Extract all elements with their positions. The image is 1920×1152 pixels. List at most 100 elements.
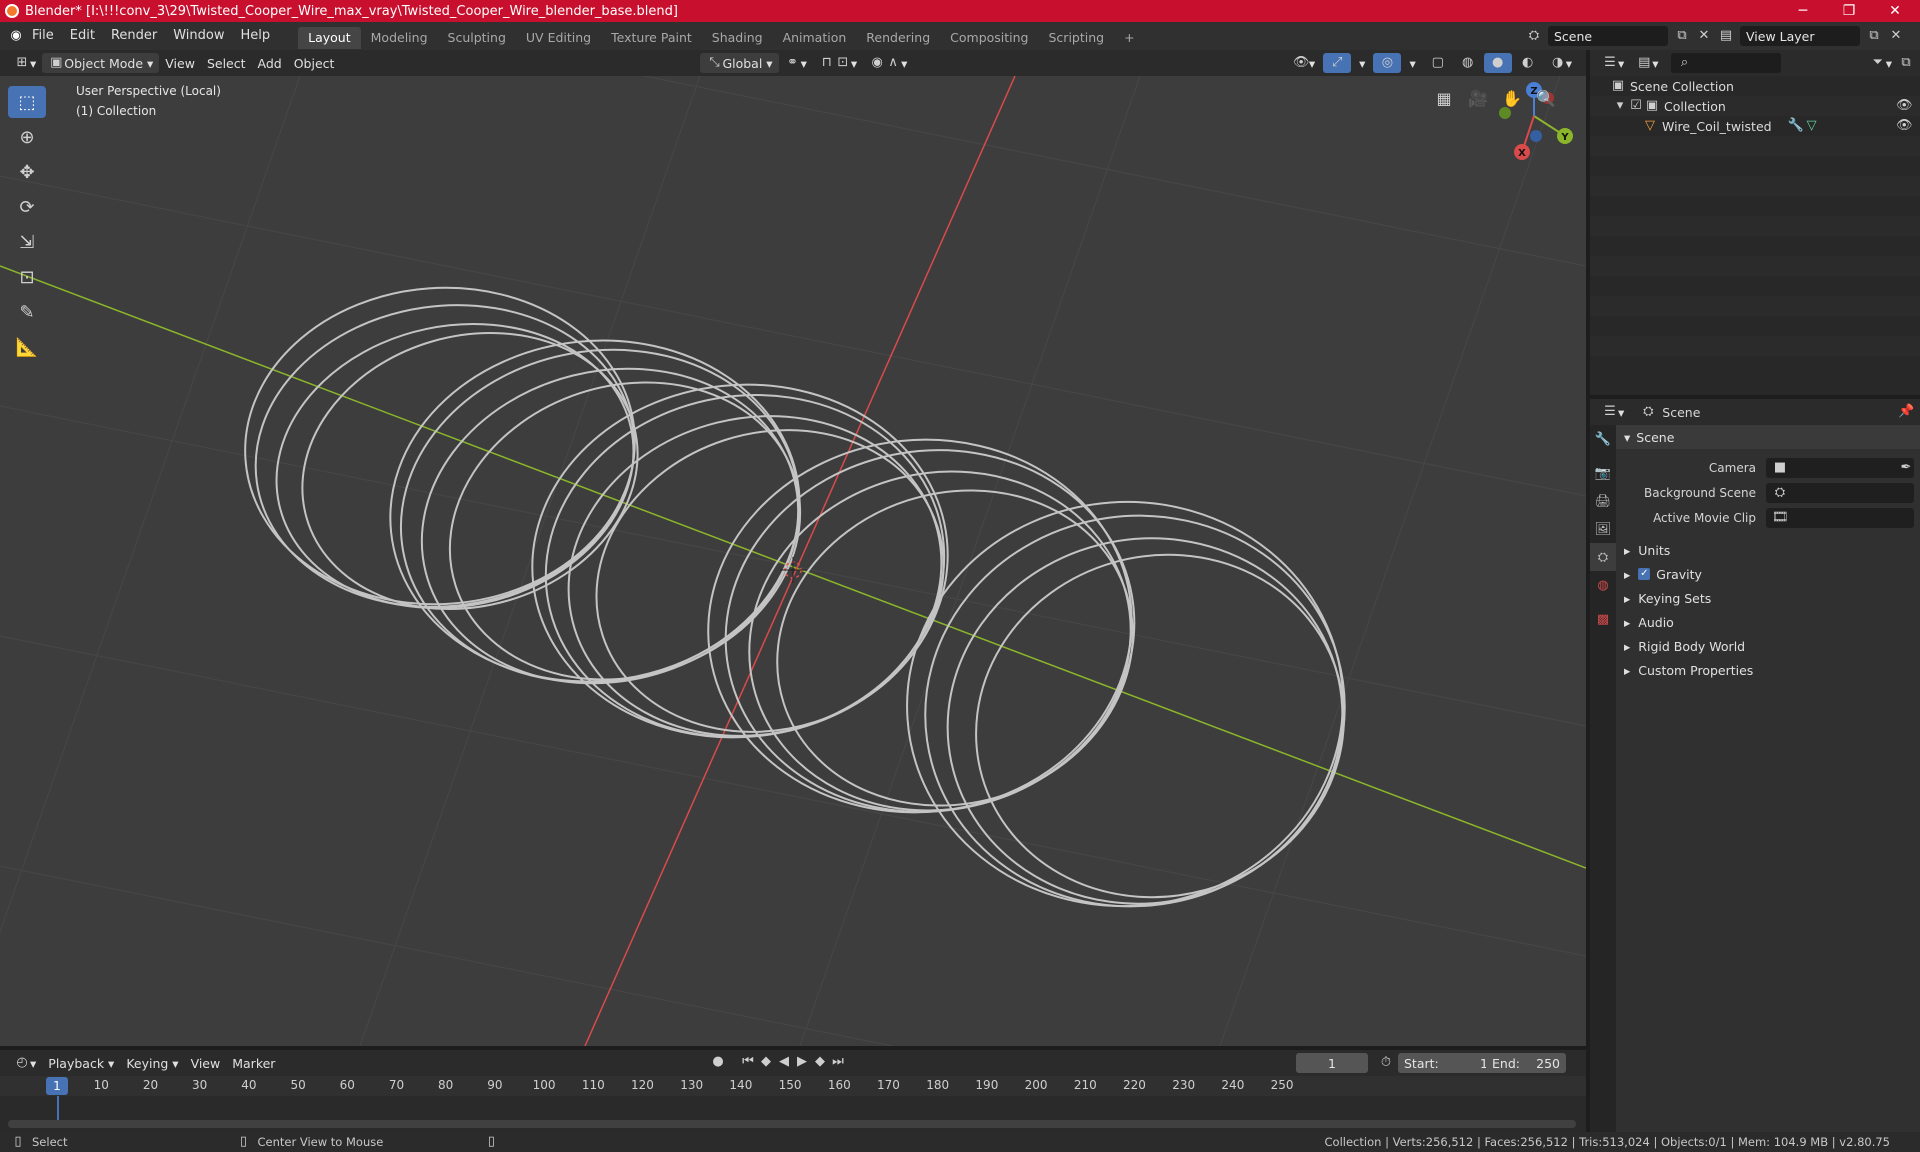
timeline-view-menu[interactable]: View — [185, 1053, 227, 1073]
timeline[interactable]: 1 10 20 30 40 50 60 70 80 90 100 110 120 130 140 150 16… — [0, 1076, 1586, 1132]
pin-icon[interactable]: 📌 — [1898, 404, 1914, 420]
clock-icon[interactable]: ⏱ — [1378, 1055, 1394, 1071]
gizmo-dropdown-icon[interactable]: ▾ — [1353, 53, 1371, 73]
jump-start-icon[interactable]: ⏮ — [740, 1054, 756, 1070]
jump-end-icon[interactable]: ⏭ — [830, 1054, 846, 1070]
tab-texture-paint[interactable]: Texture Paint — [601, 27, 702, 49]
view-layer-icon[interactable]: ▤ — [1718, 28, 1734, 44]
select-box-tool-icon[interactable]: ⬚ — [8, 86, 46, 118]
view-layer-field[interactable]: View Layer — [1740, 26, 1860, 46]
cursor-tool-icon[interactable]: ⊕ — [8, 121, 46, 153]
timeline-scrollbar[interactable] — [8, 1120, 1576, 1128]
scene-panel-header[interactable]: ▾ Scene — [1616, 425, 1920, 449]
view-menu[interactable]: View — [159, 53, 201, 73]
menu-edit[interactable]: Edit — [62, 22, 103, 50]
outliner-search-input[interactable]: ⌕ — [1670, 53, 1781, 73]
keying-sets-panel[interactable]: ▸ Keying Sets — [1616, 586, 1920, 610]
minimize-button[interactable]: ─ — [1780, 0, 1826, 22]
camera-view-icon[interactable]: 🎥 — [1464, 84, 1492, 112]
scene-tab-icon[interactable]: ⛭ — [1590, 543, 1616, 571]
scene-icon[interactable]: ⛭ — [1526, 28, 1542, 44]
collection-visibility-icon[interactable]: 👁 — [1896, 98, 1913, 114]
measure-tool-icon[interactable]: 📐 — [8, 331, 46, 363]
blender-menu-icon[interactable]: ◉ — [8, 28, 24, 44]
tab-shading[interactable]: Shading — [702, 27, 773, 49]
current-frame-marker[interactable]: 1 — [46, 1077, 68, 1095]
eyedropper-icon[interactable]: ✒ — [1898, 460, 1914, 476]
viewport-3d[interactable]: Y Z X — [0, 76, 1586, 1046]
menu-window[interactable]: Window — [165, 22, 232, 50]
custom-properties-panel[interactable]: ▸ Custom Properties — [1616, 658, 1920, 682]
outliner-row-scene-collection[interactable]: ▣ Scene Collection — [1590, 76, 1920, 96]
timeline-editor-type-icon[interactable]: ◴ ▾ — [8, 1053, 42, 1073]
add-menu[interactable]: Add — [252, 53, 288, 73]
wireframe-shading-icon[interactable]: ◍ — [1454, 53, 1482, 73]
overlay-dropdown-icon[interactable]: ▾ — [1403, 53, 1421, 73]
mesh-data-icon[interactable]: ▽ — [1804, 118, 1820, 134]
properties-editor-type-icon[interactable]: ☰ ▾ — [1596, 402, 1630, 422]
wire-coil-object[interactable] — [234, 275, 1384, 941]
end-frame-field[interactable]: End: 250 — [1486, 1053, 1566, 1073]
modifier-wrench-icon[interactable]: 🔧 — [1788, 118, 1804, 134]
proportional-edit-icon[interactable]: ◉ ∧ ▾ — [863, 53, 913, 73]
background-scene-field[interactable]: ⛭ — [1766, 482, 1914, 503]
overlay-toggle-icon[interactable]: ◎ — [1373, 53, 1402, 73]
texture-tab-icon[interactable]: ▩ — [1590, 605, 1616, 633]
remove-view-layer-icon[interactable]: ✕ — [1888, 28, 1904, 44]
display-mode-icon[interactable]: ▤ ▾ — [1630, 53, 1664, 73]
add-workspace-button[interactable]: + — [1114, 27, 1144, 49]
remove-scene-icon[interactable]: ✕ — [1696, 28, 1712, 44]
world-tab-icon[interactable]: ◍ — [1590, 571, 1616, 599]
next-keyframe-icon[interactable]: ◆ — [812, 1054, 828, 1070]
prev-keyframe-icon[interactable]: ◆ — [758, 1054, 774, 1070]
rendered-shading-icon[interactable]: ◑ ▾ — [1544, 53, 1578, 73]
pan-hand-icon[interactable]: ✋ — [1498, 84, 1526, 112]
solid-shading-icon[interactable]: ● — [1483, 53, 1512, 73]
output-tab-icon[interactable]: 🖨 — [1590, 487, 1616, 515]
start-frame-field[interactable]: Start: 1 — [1398, 1053, 1494, 1073]
toggle-grid-icon[interactable]: ▦ — [1430, 84, 1458, 112]
tool-tab-icon[interactable]: 🔧 — [1590, 425, 1616, 453]
tab-layout[interactable]: Layout — [298, 26, 361, 49]
gravity-panel[interactable]: ▸ ✓ Gravity — [1616, 562, 1920, 586]
visibility-icon[interactable]: 👁 ▾ — [1287, 53, 1321, 73]
tab-modeling[interactable]: Modeling — [361, 27, 438, 49]
outliner-editor-type-icon[interactable]: ☰ ▾ — [1596, 53, 1630, 73]
object-visibility-icon[interactable]: 👁 — [1896, 118, 1913, 134]
marker-menu[interactable]: Marker — [226, 1053, 281, 1073]
filter-icon[interactable]: ⏷ ▾ — [1864, 53, 1898, 73]
transform-orientation-dropdown[interactable]: ⤡ Global ▾ — [700, 53, 779, 73]
current-frame-field[interactable]: 1 — [1296, 1053, 1368, 1073]
menu-render[interactable]: Render — [103, 22, 165, 50]
gravity-checkbox[interactable]: ✓ — [1638, 568, 1651, 580]
keying-menu[interactable]: Keying ▾ — [120, 1053, 184, 1073]
tab-scripting[interactable]: Scripting — [1039, 27, 1115, 49]
units-panel[interactable]: ▸ Units — [1616, 538, 1920, 562]
outliner-row-collection[interactable]: ▾ ☑ ▣ Collection 👁 — [1590, 96, 1920, 116]
snap-icon[interactable]: ⊓ ⊡ ▾ — [813, 53, 863, 73]
maximize-button[interactable]: ❐ — [1826, 0, 1872, 22]
playback-menu[interactable]: Playback ▾ — [42, 1053, 120, 1073]
outliner-row-wire-coil[interactable]: ▽ Wire_Coil_twisted 🔧 ▽ 👁 — [1590, 116, 1920, 136]
new-collection-icon[interactable]: ⧉ — [1898, 55, 1914, 71]
play-icon[interactable]: ▶ — [794, 1054, 810, 1070]
transform-tool-icon[interactable]: ⊡ — [8, 261, 46, 293]
menu-help[interactable]: Help — [233, 22, 279, 50]
scale-tool-icon[interactable]: ⇲ — [8, 226, 46, 258]
gizmo-toggle-icon[interactable]: ⤢ — [1323, 53, 1352, 73]
view-layer-tab-icon[interactable]: 🖼 — [1590, 515, 1616, 543]
scene-field[interactable]: Scene — [1548, 26, 1668, 46]
camera-field[interactable]: ■ ✒ — [1766, 457, 1914, 478]
tab-compositing[interactable]: Compositing — [940, 27, 1038, 49]
play-reverse-icon[interactable]: ◀ — [776, 1054, 792, 1070]
object-menu[interactable]: Object — [288, 53, 341, 73]
expand-arrow-icon[interactable]: ▾ — [1612, 98, 1628, 114]
collection-checkbox-icon[interactable]: ☑ — [1628, 98, 1644, 114]
tab-sculpting[interactable]: Sculpting — [438, 27, 516, 49]
move-tool-icon[interactable]: ✥ — [8, 156, 46, 188]
active-movie-clip-field[interactable]: 🎞 — [1766, 507, 1914, 528]
pivot-icon[interactable]: ⚭ ▾ — [779, 53, 813, 73]
editor-type-icon[interactable]: ⊞ ▾ — [8, 53, 42, 73]
zoom-icon[interactable]: 🔍 — [1532, 84, 1560, 112]
frame-ruler[interactable]: 1 10 20 30 40 50 60 70 80 90 100 110 120 130 140 150 16… — [0, 1076, 1586, 1096]
